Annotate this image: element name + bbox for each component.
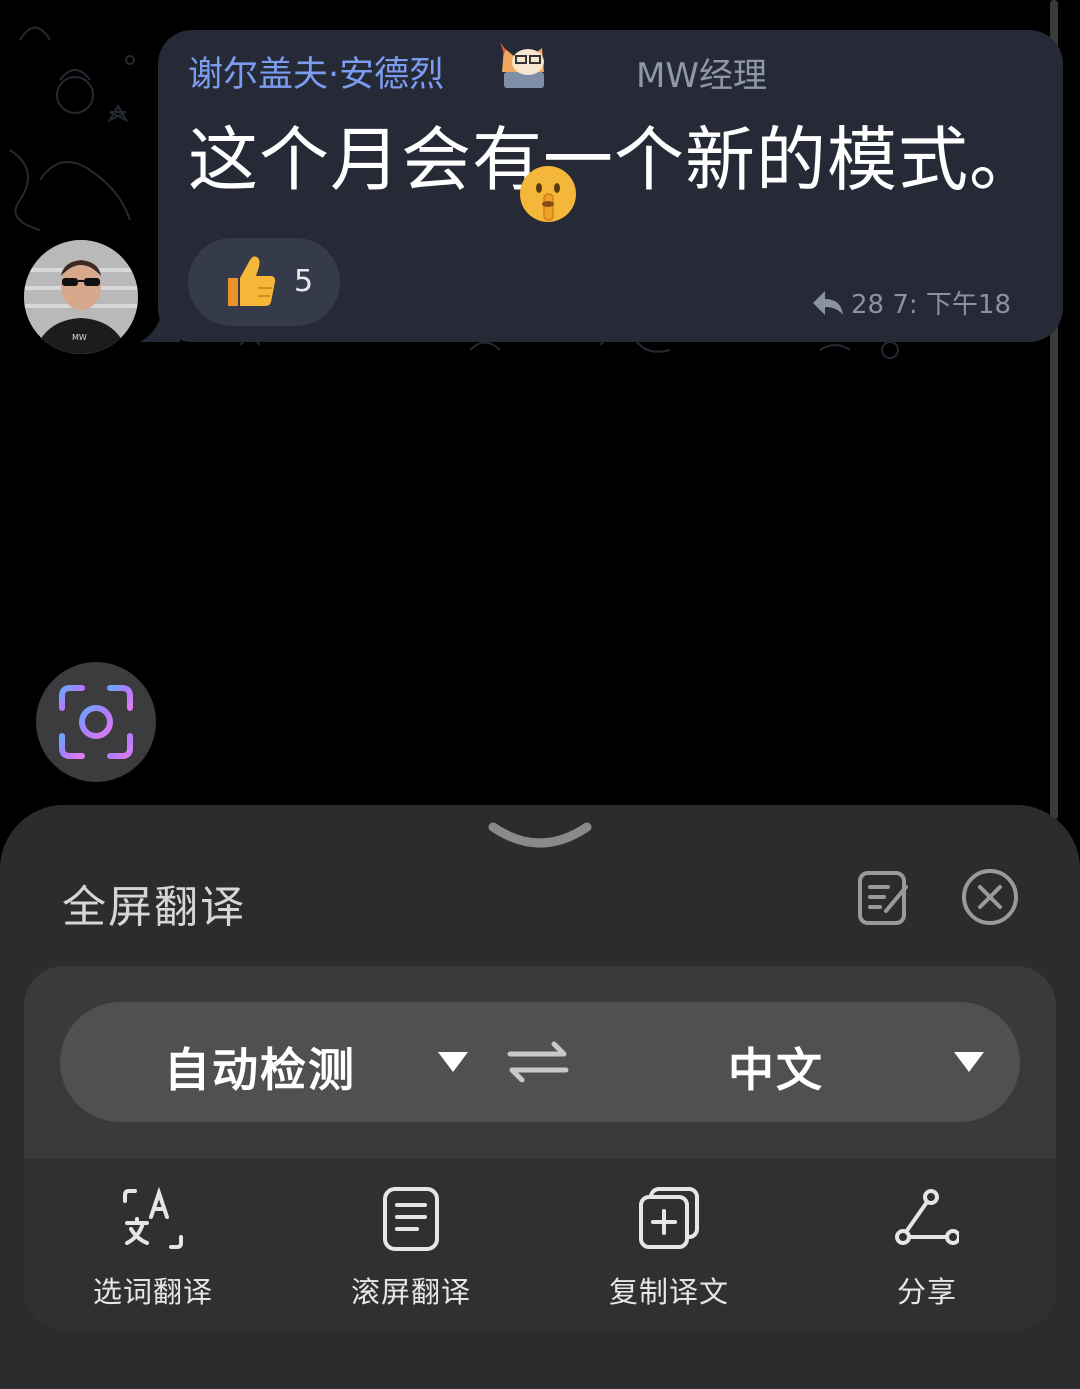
language-selector: 自动检测 中文 — [60, 1002, 1020, 1122]
panel-title: 全屏翻译 — [62, 882, 246, 933]
avatar-photo: MW — [24, 240, 138, 354]
action-label: 复制译文 — [608, 1275, 729, 1309]
message-meta: 28 7: 下午18 — [811, 284, 1011, 321]
close-icon[interactable] — [960, 867, 1020, 927]
word-translate-icon — [123, 1187, 183, 1249]
target-language[interactable]: 中文 — [728, 1034, 824, 1100]
sender-role: MW经理 — [636, 56, 767, 96]
message-time: 28 7: 下午18 — [851, 290, 1011, 320]
message-bubble[interactable]: 谢尔盖夫·安德烈 MW经理 这个月会有一个新的模式。 5 28 7: 下午18 — [158, 30, 1063, 342]
scroll-translate-icon — [383, 1187, 439, 1251]
collapse-chevron-icon[interactable] — [487, 817, 593, 857]
thumbs-up-reaction[interactable]: 5 — [188, 238, 340, 326]
action-label: 滚屏翻译 — [350, 1275, 471, 1309]
message-text[interactable]: 这个月会有一个新的模式。 — [188, 104, 1040, 205]
scroll-translate-button[interactable]: 滚屏翻译 — [311, 1159, 511, 1330]
copy-translation-button[interactable]: 复制译文 — [569, 1159, 769, 1330]
sender-name[interactable]: 谢尔盖夫·安德烈 — [188, 46, 444, 97]
source-dropdown-icon[interactable] — [436, 1050, 470, 1074]
sender-avatar[interactable]: MW — [24, 240, 138, 354]
cat-laptop-emoji-icon — [500, 42, 544, 88]
shushing-face-emoji-icon — [520, 166, 576, 222]
thumbs-up-icon — [228, 256, 276, 306]
share-icon — [895, 1189, 959, 1245]
action-bar: 选词翻译 滚屏翻译 复制译文 分享 — [24, 1159, 1056, 1330]
lens-scan-icon — [59, 685, 133, 759]
reaction-count: 5 — [294, 264, 314, 299]
translation-card: 自动检测 中文 选词翻译 滚屏翻译 复制译文 分享 — [24, 966, 1056, 1330]
action-label: 分享 — [896, 1275, 957, 1309]
swap-languages-icon[interactable] — [506, 1040, 570, 1084]
svg-text:MW: MW — [72, 333, 87, 342]
source-language[interactable]: 自动检测 — [164, 1034, 356, 1100]
target-dropdown-icon[interactable] — [952, 1050, 986, 1074]
translation-panel: 全屏翻译 自动检测 中文 选词翻译 滚屏翻译 复制译文 分享 — [0, 805, 1080, 1389]
edit-icon[interactable] — [856, 867, 912, 927]
reply-arrow-icon — [813, 290, 843, 315]
share-button[interactable]: 分享 — [827, 1159, 1027, 1330]
screen-lens-button[interactable] — [36, 662, 156, 782]
word-translate-button[interactable]: 选词翻译 — [53, 1159, 253, 1330]
copy-translation-icon — [639, 1187, 699, 1249]
action-label: 选词翻译 — [92, 1275, 213, 1309]
